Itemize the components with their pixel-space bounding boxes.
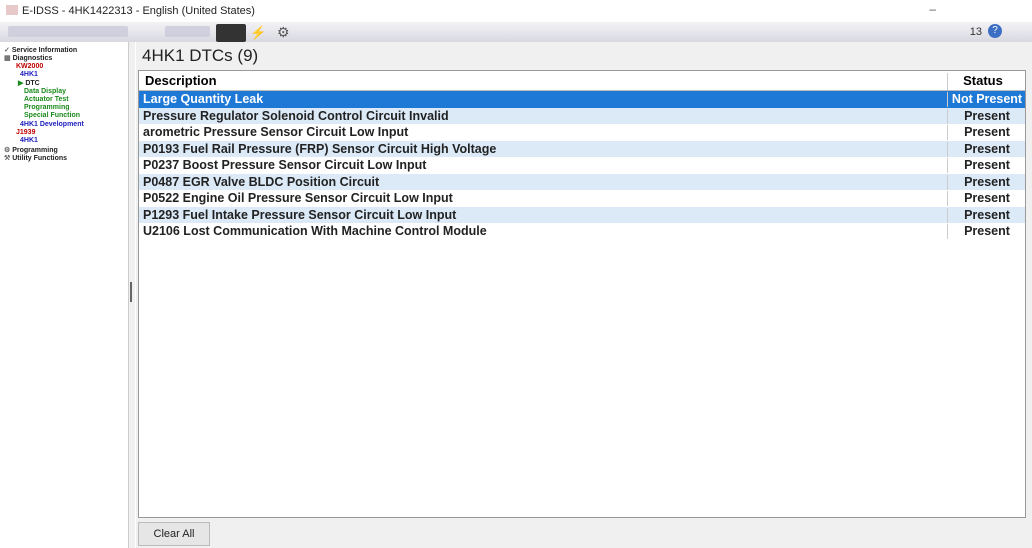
dtc-status: Present: [947, 158, 1026, 173]
tree-item-label: 4HK1: [20, 137, 38, 145]
tree-item-label: DTC: [25, 80, 40, 88]
dtc-status: Present: [947, 224, 1026, 239]
dtc-description: Pressure Regulator Solenoid Control Circ…: [143, 108, 449, 123]
tree-item-label: Programming: [12, 146, 58, 154]
table-row[interactable]: P0522 Engine Oil Pressure Sensor Circuit…: [139, 190, 1025, 207]
toolbar-buttons[interactable]: [8, 26, 128, 37]
table-header: Description Status: [139, 71, 1025, 91]
help-icon[interactable]: ?: [988, 24, 1002, 38]
dtc-status: Present: [947, 141, 1026, 157]
serial-number: 13: [969, 26, 982, 38]
column-description[interactable]: Description: [145, 73, 217, 88]
table-row[interactable]: P0237 Boost Pressure Sensor Circuit Low …: [139, 157, 1025, 174]
dtc-status: Present: [947, 125, 1026, 140]
tree-item[interactable]: ▶ DTC: [18, 79, 40, 87]
tree-item[interactable]: Actuator Test: [24, 96, 69, 103]
tree-item-label: Service Information: [11, 47, 78, 54]
dtc-status: Present: [947, 191, 1026, 206]
engine-icon[interactable]: ⚙: [277, 24, 290, 41]
tree-item[interactable]: Programming: [24, 104, 70, 111]
tree-item[interactable]: 4HK1: [20, 71, 38, 78]
table-row[interactable]: U2106 Lost Communication With Machine Co…: [139, 223, 1025, 240]
dtc-description: P0487 EGR Valve BLDC Position Circuit: [143, 174, 380, 189]
table-row[interactable]: Large Quantity Leak Not Present: [139, 91, 1025, 108]
tree-item[interactable]: Special Function: [24, 112, 80, 119]
tree-item[interactable]: ▦ Diagnostics: [4, 54, 52, 62]
dtc-description: P1293 Fuel Intake Pressure Sensor Circui…: [143, 207, 457, 222]
dtc-description: P0237 Boost Pressure Sensor Circuit Low …: [143, 158, 427, 172]
tree-item[interactable]: ⚒ Utility Functions: [4, 154, 67, 162]
tree-item-label: Data Display: [24, 87, 67, 95]
dtc-status: Present: [947, 174, 1026, 190]
dtc-description: P0193 Fuel Rail Pressure (FRP) Sensor Ci…: [143, 141, 497, 156]
tree-item-label: Actuator Test: [24, 95, 69, 103]
tree-item[interactable]: ✓ Service Information: [4, 46, 77, 54]
dtc-description: Large Quantity Leak: [143, 92, 264, 106]
dtc-description: U2106 Lost Communication With Machine Co…: [143, 224, 487, 238]
column-status[interactable]: Status: [947, 73, 1026, 90]
tree-node-icon: ▦: [4, 55, 13, 63]
dtc-description: P0522 Engine Oil Pressure Sensor Circuit…: [143, 191, 453, 205]
splitter[interactable]: [129, 42, 135, 548]
tree-item-label: 4HK1: [20, 70, 38, 78]
table-row[interactable]: P0487 EGR Valve BLDC Position Circuit Pre…: [139, 173, 1026, 190]
tree-item[interactable]: 4HK1 Development: [20, 121, 84, 128]
minimize-button[interactable]: –: [929, 2, 936, 16]
tree-item[interactable]: Data Display: [24, 88, 66, 95]
tree-item-label: KW2000: [16, 62, 44, 70]
tree-item[interactable]: KW2000: [16, 63, 43, 70]
tree-item-label: Special Function: [24, 112, 81, 120]
table-row[interactable]: P1293 Fuel Intake Pressure Sensor Circui…: [139, 206, 1026, 223]
tree-item-label: 4HK1 Development: [20, 120, 84, 128]
tree-item-label: Utility Functions: [12, 154, 68, 162]
app-icon: [6, 5, 18, 15]
tree-item-label: J1939: [16, 129, 36, 136]
dtc-status: Present: [947, 108, 1026, 124]
tree-item[interactable]: ⚙ Programming: [4, 146, 58, 154]
window-title: E-IDSS - 4HK1422313 - English (United St…: [22, 5, 255, 17]
table-row[interactable]: arometric Pressure Sensor Circuit Low In…: [139, 124, 1025, 141]
dtc-status: Present: [947, 207, 1026, 223]
dtc-description: arometric Pressure Sensor Circuit Low In…: [143, 125, 409, 139]
lightning-icon[interactable]: ⚡: [250, 25, 266, 41]
tree-item[interactable]: J1939: [16, 129, 35, 136]
toolbar-button[interactable]: [165, 26, 210, 37]
idss-icon[interactable]: [216, 24, 246, 42]
clear-all-button[interactable]: Clear All: [138, 522, 210, 546]
table-row[interactable]: P0193 Fuel Rail Pressure (FRP) Sensor Ci…: [139, 140, 1026, 157]
tree-node-icon: ⚙: [4, 146, 13, 154]
navigation-tree: ✓ Service Information ▦ Diagnostics KW2000…: [0, 42, 129, 548]
tree-item-label: Diagnostics: [12, 55, 53, 63]
tree-node-icon: ⚒: [4, 154, 13, 162]
tree-item[interactable]: 4HK1: [20, 137, 38, 144]
dtc-table: Description Status Large Quantity Leak No…: [138, 70, 1026, 518]
tree-node-icon: ✓: [4, 47, 12, 54]
tree-item-label: Programming: [24, 104, 70, 112]
title-bar: E-IDSS - 4HK1422313 - English (United St…: [0, 0, 1032, 22]
dtc-status: Not Present: [947, 92, 1026, 107]
page-title: 4HK1 DTCs (9): [142, 46, 259, 65]
toolbar: [0, 22, 1032, 42]
table-row[interactable]: Pressure Regulator Solenoid Control Circ…: [139, 107, 1026, 124]
